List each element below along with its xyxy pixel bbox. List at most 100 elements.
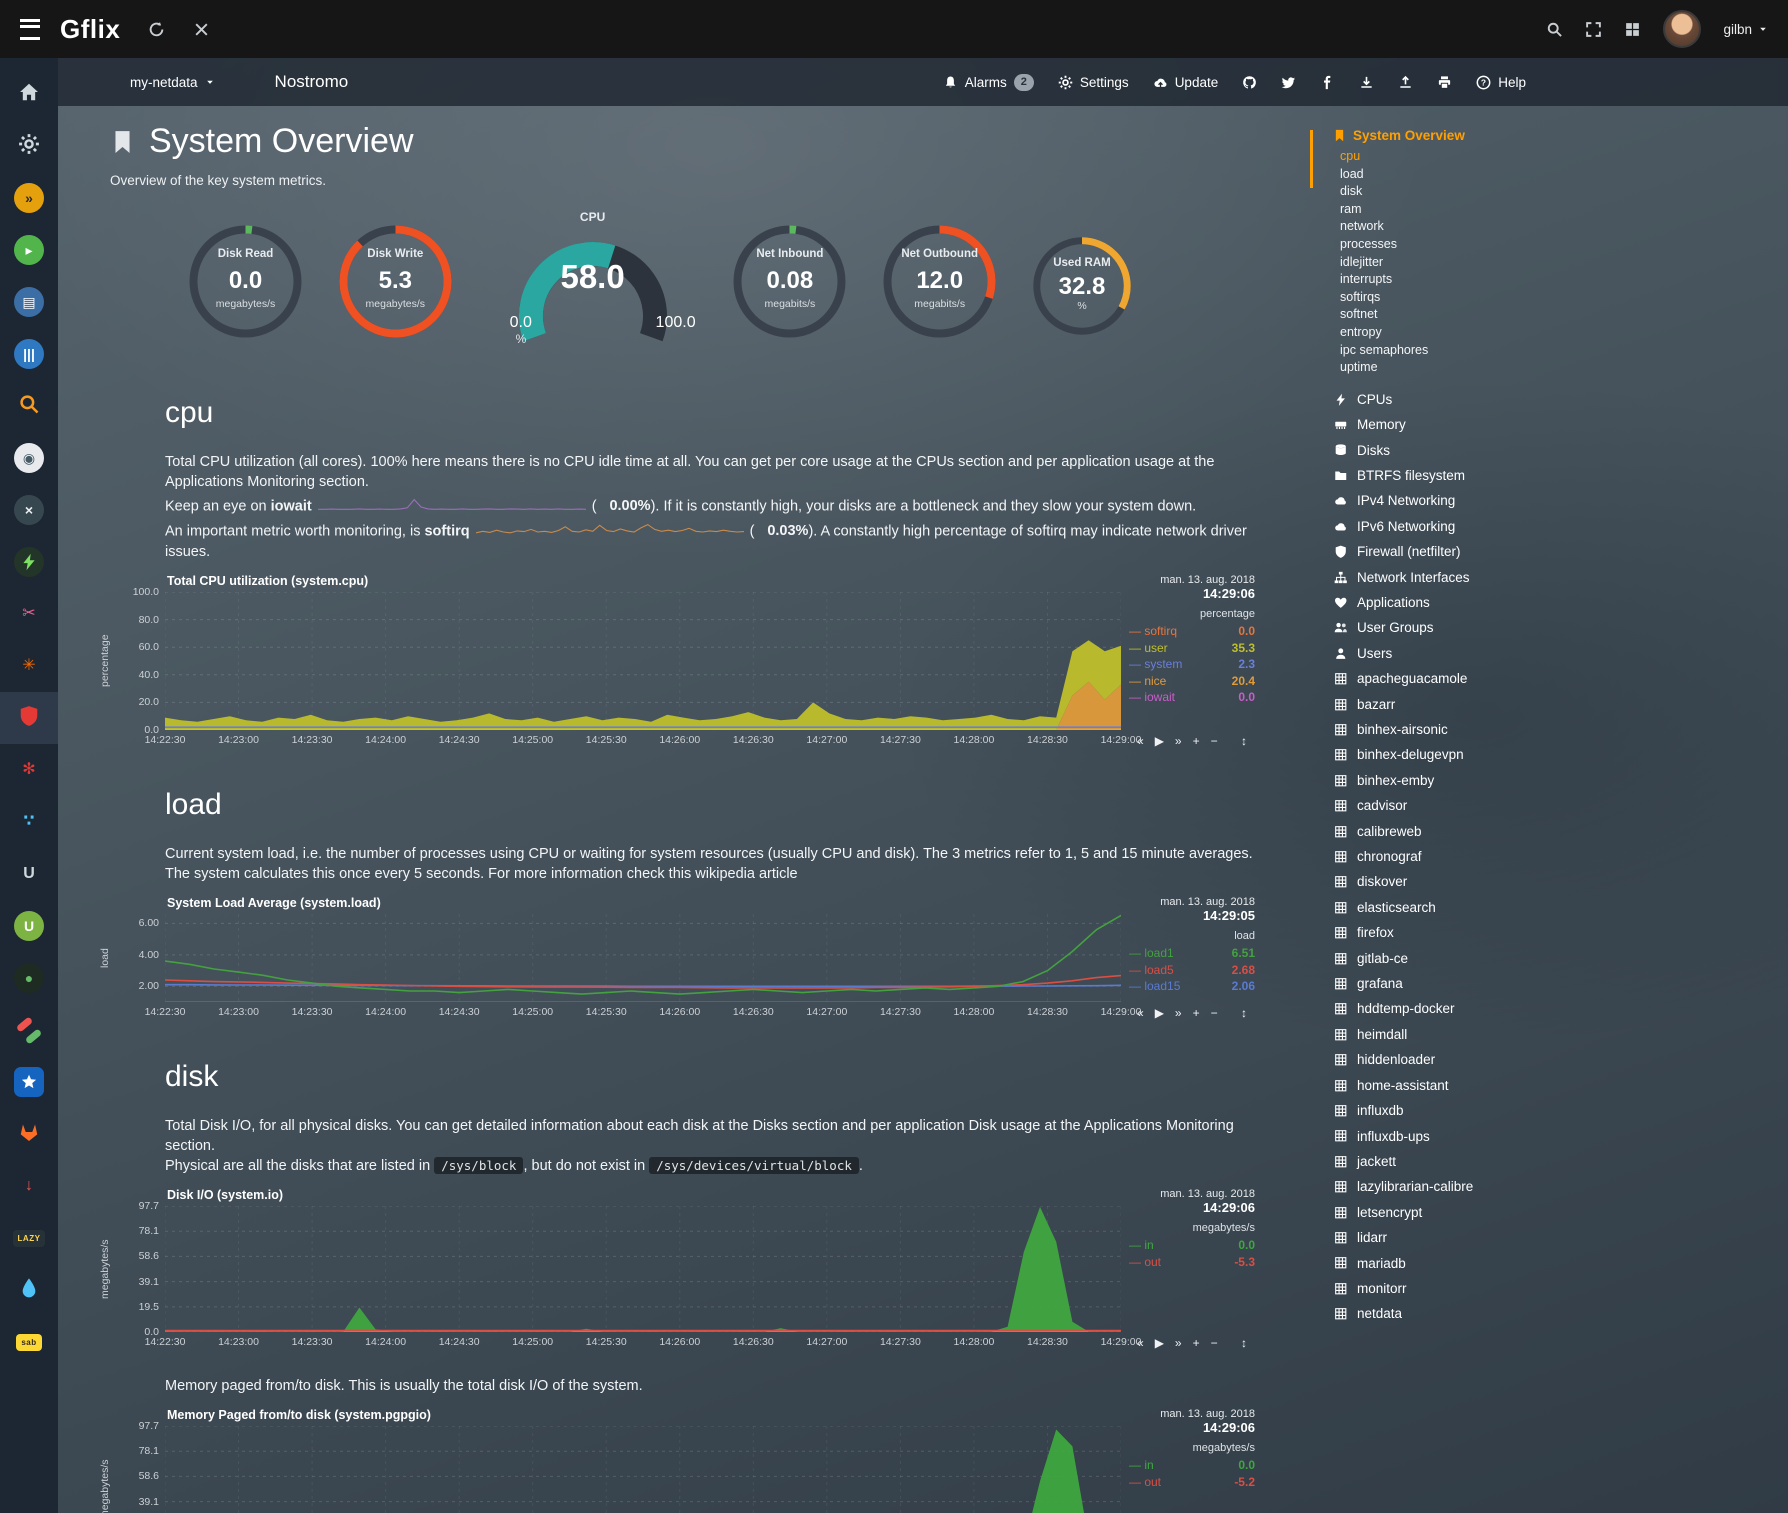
gauge-used-ram[interactable]: Used RAM32.8% <box>1032 236 1132 336</box>
nav-container-cadvisor[interactable]: cadvisor <box>1310 793 1610 818</box>
nav-container-influxdb-ups[interactable]: influxdb-ups <box>1310 1124 1610 1149</box>
chart-resize-handle[interactable]: ↕ <box>1241 734 1247 748</box>
legend-system[interactable]: — system2.3 <box>1129 656 1255 673</box>
gauge-disk-write[interactable]: Disk Write5.3megabytes/s <box>338 224 453 339</box>
sidebar-app-flower-icon[interactable]: ✻ <box>0 744 58 796</box>
gauge-net-inbound[interactable]: Net Inbound0.08megabits/s <box>732 224 847 339</box>
upload-icon[interactable] <box>1398 75 1413 90</box>
update-button[interactable]: Update <box>1153 75 1219 90</box>
chart-canvas-pgpgio[interactable] <box>165 1426 1121 1513</box>
facebook-icon[interactable] <box>1320 75 1335 90</box>
close-tab-icon[interactable] <box>193 21 210 38</box>
apps-grid-icon[interactable] <box>1624 21 1641 38</box>
sidebar-app-library-icon[interactable]: ▤ <box>0 276 58 328</box>
sidebar-app-star-app-icon[interactable] <box>0 1056 58 1108</box>
legend-iowait[interactable]: — iowait0.0 <box>1129 689 1255 706</box>
legend-load5[interactable]: — load52.68 <box>1129 962 1255 979</box>
nav-section-network-interfaces[interactable]: Network Interfaces <box>1310 565 1610 590</box>
nav-item-network[interactable]: network <box>1310 218 1610 236</box>
sidebar-app-airsonic-icon[interactable]: ||| <box>0 328 58 380</box>
pan-forward-button[interactable]: » <box>1175 734 1182 748</box>
nav-section-ipv4-networking[interactable]: IPv4 Networking <box>1310 488 1610 513</box>
chart-canvas-disk[interactable] <box>165 1206 1121 1332</box>
play-button[interactable]: ▶ <box>1155 734 1164 748</box>
zoom-in-button[interactable]: + <box>1193 1336 1200 1350</box>
legend-nice[interactable]: — nice20.4 <box>1129 673 1255 690</box>
pan-forward-button[interactable]: » <box>1175 1006 1182 1020</box>
nav-section-ipv6-networking[interactable]: IPv6 Networking <box>1310 514 1610 539</box>
chart-canvas-cpu[interactable] <box>165 592 1121 730</box>
zoom-in-button[interactable]: + <box>1193 734 1200 748</box>
gauge-disk-read[interactable]: Disk Read0.0megabytes/s <box>188 224 303 339</box>
nav-container-heimdall[interactable]: heimdall <box>1310 1022 1610 1047</box>
nav-item-processes[interactable]: processes <box>1310 236 1610 254</box>
nav-container-binhex-emby[interactable]: binhex-emby <box>1310 768 1610 793</box>
host-selector[interactable]: my-netdata <box>130 75 215 90</box>
nav-item-softnet[interactable]: softnet <box>1310 306 1610 324</box>
play-button[interactable]: ▶ <box>1155 1336 1164 1350</box>
nav-section-user-groups[interactable]: User Groups <box>1310 615 1610 640</box>
download-icon[interactable] <box>1359 75 1374 90</box>
nav-system-overview[interactable]: System Overview <box>1310 128 1610 143</box>
gauge-cpu[interactable]: CPU58.00.0100.0% <box>488 210 698 350</box>
chart-resize-handle[interactable]: ↕ <box>1241 1336 1247 1350</box>
gauge-net-outbound[interactable]: Net Outbound12.0megabits/s <box>882 224 997 339</box>
nav-item-load[interactable]: load <box>1310 166 1610 184</box>
nav-item-softirqs[interactable]: softirqs <box>1310 289 1610 307</box>
legend-out[interactable]: — out-5.3 <box>1129 1254 1255 1271</box>
nav-container-elasticsearch[interactable]: elasticsearch <box>1310 895 1610 920</box>
print-icon[interactable] <box>1437 75 1452 90</box>
nav-section-btrfs-filesystem[interactable]: BTRFS filesystem <box>1310 463 1610 488</box>
nav-section-users[interactable]: Users <box>1310 641 1610 666</box>
legend-in[interactable]: — in0.0 <box>1129 1237 1255 1254</box>
nav-section-firewall-netfilter-[interactable]: Firewall (netfilter) <box>1310 539 1610 564</box>
pan-backward-button[interactable]: « <box>1137 1336 1144 1350</box>
user-menu[interactable]: gilbn <box>1723 22 1768 37</box>
nav-container-gitlab-ce[interactable]: gitlab-ce <box>1310 946 1610 971</box>
sidebar-app-settings-icon[interactable] <box>0 120 58 172</box>
nav-container-lidarr[interactable]: lidarr <box>1310 1225 1610 1250</box>
play-button[interactable]: ▶ <box>1155 1006 1164 1020</box>
help-button[interactable]: ? Help <box>1476 75 1526 90</box>
sidebar-app-home-icon[interactable] <box>0 68 58 120</box>
sidebar-app-handbrake-icon[interactable]: × <box>0 484 58 536</box>
sidebar-app-jackett-search-icon[interactable] <box>0 380 58 432</box>
nav-container-grafana[interactable]: grafana <box>1310 971 1610 996</box>
nav-item-cpu[interactable]: cpu <box>1310 148 1610 166</box>
twitter-icon[interactable] <box>1281 75 1296 90</box>
sidebar-app-emby-icon[interactable]: ▸ <box>0 224 58 276</box>
sidebar-app-scissors-icon[interactable]: ✂ <box>0 588 58 640</box>
nav-container-mariadb[interactable]: mariadb <box>1310 1251 1610 1276</box>
pan-backward-button[interactable]: « <box>1137 734 1144 748</box>
sidebar-app-duplicati-icon[interactable]: ◉ <box>0 432 58 484</box>
nav-container-chronograf[interactable]: chronograf <box>1310 844 1610 869</box>
settings-button[interactable]: Settings <box>1058 75 1129 90</box>
zoom-out-button[interactable]: − <box>1211 1336 1218 1350</box>
sidebar-app-water-drop-icon[interactable] <box>0 1264 58 1316</box>
zoom-out-button[interactable]: − <box>1211 734 1218 748</box>
nav-section-disks[interactable]: Disks <box>1310 438 1610 463</box>
nav-item-entropy[interactable]: entropy <box>1310 324 1610 342</box>
nav-container-netdata[interactable]: netdata <box>1310 1301 1610 1326</box>
chart-resize-handle[interactable]: ↕ <box>1241 1006 1247 1020</box>
sidebar-app-green-app-icon[interactable]: ● <box>0 952 58 1004</box>
nav-container-binhex-airsonic[interactable]: binhex-airsonic <box>1310 717 1610 742</box>
nav-container-firefox[interactable]: firefox <box>1310 920 1610 945</box>
nav-item-idlejitter[interactable]: idlejitter <box>1310 254 1610 272</box>
nav-section-memory[interactable]: Memory <box>1310 412 1610 437</box>
legend-load1[interactable]: — load16.51 <box>1129 945 1255 962</box>
sidebar-app-pills-icon[interactable] <box>0 1004 58 1056</box>
sidebar-app-downloader-icon[interactable]: ↓ <box>0 1160 58 1212</box>
sidebar-app-lazylibrarian-icon[interactable]: LAZY <box>0 1212 58 1264</box>
nav-container-letsencrypt[interactable]: letsencrypt <box>1310 1200 1610 1225</box>
nav-container-lazylibrarian-calibre[interactable]: lazylibrarian-calibre <box>1310 1174 1610 1199</box>
search-icon[interactable] <box>1546 21 1563 38</box>
legend-softirq[interactable]: — softirq0.0 <box>1129 623 1255 640</box>
legend-in[interactable]: — in0.0 <box>1129 1457 1255 1474</box>
nav-container-apacheguacamole[interactable]: apacheguacamole <box>1310 666 1610 691</box>
sidebar-app-electric-icon[interactable] <box>0 536 58 588</box>
nav-section-applications[interactable]: Applications <box>1310 590 1610 615</box>
pan-backward-button[interactable]: « <box>1137 1006 1144 1020</box>
hamburger-menu-icon[interactable] <box>20 19 40 40</box>
nav-item-interrupts[interactable]: interrupts <box>1310 271 1610 289</box>
